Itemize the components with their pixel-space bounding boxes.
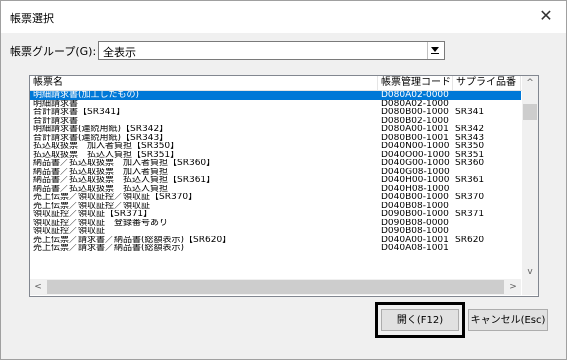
supply-number-cell: SR371 (455, 210, 485, 219)
report-group-label: 帳票グループ(G): (10, 45, 97, 58)
list-item[interactable]: 領収証控／領収証 D090B08-1000 (30, 227, 521, 236)
supply-number-cell: SR360 (455, 159, 485, 168)
report-code-cell: D090B08-0000 (381, 218, 449, 227)
list-item[interactable]: 売上伝票／領収証控／領収証 D040B08-1000 (30, 202, 521, 211)
chevron-down-icon (431, 47, 439, 54)
report-name-cell: 売上伝票／請求書／納品書(総額表示) (33, 244, 185, 253)
report-code-cell: D090B00-1000 (381, 210, 449, 219)
report-code-cell: D080B02-1000 (381, 116, 449, 125)
list-item[interactable]: 明細請求書(連続用紙)【SR342】 D080A00-1001 SR342 (30, 125, 521, 134)
scroll-down-icon[interactable]: v (522, 265, 538, 279)
scroll-left-icon[interactable]: < (30, 280, 46, 294)
report-name-cell: 明細請求書(加工したもの) (33, 91, 140, 100)
report-code-cell: D040H08-1000 (381, 184, 450, 193)
list-item[interactable]: 納品書／払込取扱票 払込人負担【SR361】 D040H00-1000 SR361 (30, 176, 521, 185)
report-code-cell: D040G00-1000 (381, 159, 450, 168)
report-name-cell: 領収証控／領収証 (33, 227, 106, 236)
window-title: 帳票選択 (10, 12, 54, 25)
report-name-cell: 売上伝票／領収証控／領収証 (33, 201, 151, 210)
combo-dropdown-button[interactable] (427, 42, 444, 59)
report-code-cell: D040B08-1000 (381, 201, 449, 210)
supply-number-cell: SR341 (455, 108, 485, 117)
report-code-cell: D080A02-1000 (381, 99, 449, 108)
report-name-cell: 明細請求書 (33, 99, 79, 108)
vertical-scroll-thumb[interactable] (523, 104, 537, 120)
supply-number-cell: SR620 (455, 235, 485, 244)
report-name-cell: 納品書／払込取扱票 加入者負担【SR360】 (33, 159, 216, 168)
report-code-cell: D040N00-1000 (381, 142, 450, 151)
supply-number-cell: SR361 (455, 176, 485, 185)
list-item[interactable]: 売上伝票／請求書／納品書(総額表示)【SR620】 D040A00-1001 SR6… (30, 236, 521, 245)
list-item[interactable]: 領収証控／領収証【SR371】 D090B00-1000 SR371 (30, 210, 521, 219)
report-code-cell: D040A08-1001 (381, 244, 449, 253)
supply-number-cell: SR370 (455, 193, 485, 202)
report-code-cell: D040O00-1000 (381, 150, 450, 159)
report-group-combo[interactable]: 全表示 (98, 41, 445, 60)
report-code-cell: D080A02-0000 (381, 91, 449, 100)
cancel-button[interactable]: キャンセル(Esc) (468, 309, 548, 331)
report-select-dialog: 帳票選択 ✕ 帳票グループ(G): 全表示 帳票名 帳票管理コード サプライ品番… (0, 0, 567, 360)
report-name-cell: 納品書／払込取扱票 加入者負担 (33, 167, 169, 176)
title-bar: 帳票選択 ✕ (1, 1, 566, 33)
report-name-cell: 領収証控／領収証【SR371】 (33, 210, 153, 219)
supply-number-cell: SR351 (455, 150, 485, 159)
report-name-cell: 合計請求書(連続用紙)【SR343】 (33, 133, 169, 142)
report-name-cell: 合計請求書 (33, 116, 79, 125)
list-item[interactable]: 払込取扱票 払込人負担【SR351】 D040O00-1000 SR351 (30, 151, 521, 160)
list-rows: 明細請求書(加工したもの) D080A02-0000 明細請求書 D080A02-10… (30, 91, 521, 279)
list-item[interactable]: 納品書／払込取扱票 加入者負担【SR360】 D040G00-1000 SR360 (30, 159, 521, 168)
report-name-cell: 納品書／払込取扱票 払込人負担 (33, 184, 169, 193)
report-code-cell: D040B00-1000 (381, 193, 449, 202)
list-item[interactable]: 合計請求書(連続用紙)【SR343】 D080B00-1001 SR343 (30, 134, 521, 143)
column-header-report-name[interactable]: 帳票名 (30, 76, 378, 90)
report-name-cell: 払込取扱票 加入者負担【SR350】 (33, 142, 180, 151)
horizontal-scroll-thumb[interactable] (47, 280, 504, 294)
scroll-right-icon[interactable]: > (505, 280, 521, 294)
report-name-cell: 売上伝票／領収証控／領収証【SR370】 (33, 193, 198, 202)
supply-number-cell: SR350 (455, 142, 485, 151)
column-header-supply[interactable]: サプライ品番 (453, 76, 521, 90)
list-item[interactable]: 明細請求書 D080A02-1000 (30, 100, 521, 109)
vertical-scrollbar[interactable]: ^ v (522, 76, 538, 279)
column-header-code[interactable]: 帳票管理コード (378, 76, 453, 90)
supply-number-cell: SR342 (455, 125, 485, 134)
report-code-cell: D080A00-1001 (381, 125, 449, 134)
report-code-cell: D090B08-1000 (381, 227, 449, 236)
list-item[interactable]: 領収証控／領収証 登録番号あり D090B08-0000 (30, 219, 521, 228)
list-header: 帳票名 帳票管理コード サプライ品番 (30, 76, 538, 91)
open-button[interactable]: 開く(F12) (381, 309, 459, 331)
report-name-cell: 領収証控／領収証 登録番号あり (33, 218, 169, 227)
report-name-cell: 売上伝票／請求書／納品書(総額表示)【SR620】 (33, 235, 232, 244)
report-name-cell: 合計請求書【SR341】 (33, 108, 126, 117)
report-list[interactable]: 帳票名 帳票管理コード サプライ品番 明細請求書(加工したもの) D080A02-… (29, 75, 539, 297)
report-name-cell: 払込取扱票 払込人負担【SR351】 (33, 150, 180, 159)
list-item[interactable]: 払込取扱票 加入者負担【SR350】 D040N00-1000 SR350 (30, 142, 521, 151)
list-item[interactable]: 売上伝票／請求書／納品書(総額表示) D040A08-1001 (30, 244, 521, 253)
supply-number-cell: SR343 (455, 133, 485, 142)
scroll-corner (522, 279, 538, 295)
report-name-cell: 明細請求書(連続用紙)【SR342】 (33, 125, 169, 134)
report-name-cell: 納品書／払込取扱票 払込人負担【SR361】 (33, 176, 216, 185)
horizontal-scrollbar[interactable]: < > (30, 279, 521, 295)
report-code-cell: D080B00-1001 (381, 133, 449, 142)
list-item[interactable]: 納品書／払込取扱票 払込人負担 D040H08-1000 (30, 185, 521, 194)
close-icon[interactable]: ✕ (536, 6, 556, 26)
list-item[interactable]: 合計請求書 D080B02-1000 (30, 117, 521, 126)
list-item[interactable]: 合計請求書【SR341】 D080B00-1000 SR341 (30, 108, 521, 117)
list-item[interactable]: 明細請求書(加工したもの) D080A02-0000 (30, 91, 521, 100)
report-group-value: 全表示 (103, 46, 136, 59)
report-code-cell: D040A00-1001 (381, 235, 449, 244)
list-item[interactable]: 納品書／払込取扱票 加入者負担 D040G08-1000 (30, 168, 521, 177)
report-code-cell: D040H00-1000 (381, 176, 450, 185)
report-code-cell: D080B00-1000 (381, 108, 449, 117)
report-code-cell: D040G08-1000 (381, 167, 450, 176)
list-item[interactable]: 売上伝票／領収証控／領収証【SR370】 D040B00-1000 SR370 (30, 193, 521, 202)
scroll-up-icon[interactable]: ^ (522, 76, 538, 90)
